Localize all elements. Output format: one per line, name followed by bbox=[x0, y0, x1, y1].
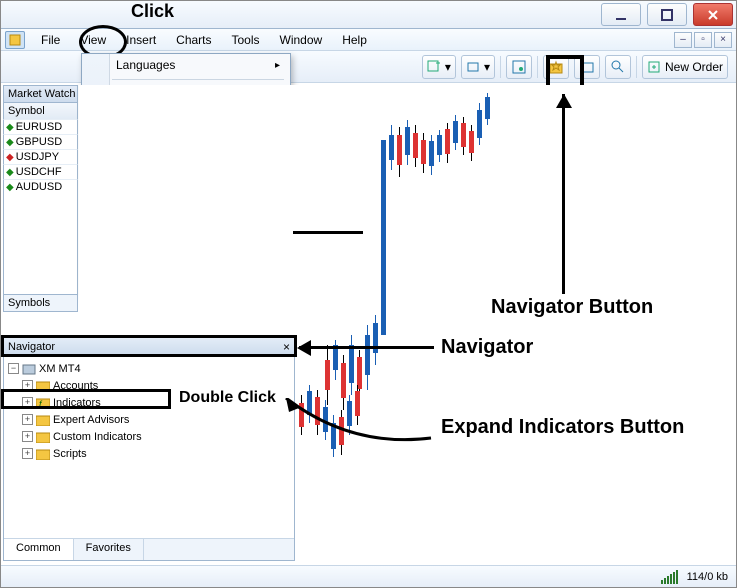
window-titlebar bbox=[1, 1, 736, 29]
navigator-tab-common[interactable]: Common bbox=[4, 539, 74, 560]
mw-row-gbpusd[interactable]: ◆GBPUSD bbox=[3, 134, 78, 149]
toolbar-market-watch-button[interactable] bbox=[506, 55, 532, 79]
toolbar-strategy-tester-button[interactable] bbox=[605, 55, 631, 79]
toolbar-profiles-button[interactable]: ▾ bbox=[461, 55, 495, 79]
mdi-restore-button[interactable]: ▫ bbox=[694, 32, 712, 48]
tree-root-xm-mt4[interactable]: −XM MT4 bbox=[6, 360, 292, 377]
minimize-button[interactable] bbox=[601, 3, 641, 26]
annotation-click-top: Click bbox=[131, 1, 174, 22]
menu-window[interactable]: Window bbox=[270, 31, 333, 49]
arrowhead-icon bbox=[297, 340, 311, 356]
mw-row-eurusd[interactable]: ◆EURUSD bbox=[3, 119, 78, 134]
menu-view[interactable]: View bbox=[70, 31, 116, 49]
annotation-box-navigator-panel bbox=[1, 335, 297, 357]
menu-item-languages[interactable]: Languages▸ bbox=[82, 54, 290, 76]
market-watch-panel: Market Watch Symbol ◆EURUSD ◆GBPUSD ◆USD… bbox=[3, 85, 78, 312]
menu-help[interactable]: Help bbox=[332, 31, 377, 49]
connection-bars-icon bbox=[661, 570, 679, 584]
menu-tools[interactable]: Tools bbox=[222, 31, 270, 49]
custom-indicators-folder-icon bbox=[35, 430, 51, 444]
up-arrow-icon: ◆ bbox=[6, 182, 14, 193]
market-watch-header: Symbol bbox=[3, 103, 78, 119]
down-arrow-icon: ◆ bbox=[6, 152, 14, 163]
scripts-folder-icon bbox=[35, 447, 51, 461]
mw-row-usdchf[interactable]: ◆USDCHF bbox=[3, 164, 78, 179]
arrowhead-icon bbox=[556, 94, 572, 108]
expand-icon[interactable]: + bbox=[22, 448, 33, 459]
toolbar-new-chart-button[interactable]: ▾ bbox=[422, 55, 456, 79]
annotation-text-expand-indicators: Expand Indicators Button bbox=[441, 416, 701, 439]
menu-insert[interactable]: Insert bbox=[116, 31, 166, 49]
new-order-label: New Order bbox=[665, 60, 723, 74]
toolbar-new-order-button[interactable]: New Order bbox=[642, 55, 728, 79]
annotation-arrow bbox=[562, 94, 565, 294]
expand-icon[interactable]: + bbox=[22, 414, 33, 425]
up-arrow-icon: ◆ bbox=[6, 137, 14, 148]
expert-advisors-folder-icon bbox=[35, 413, 51, 427]
expand-icon[interactable]: + bbox=[22, 431, 33, 442]
annotation-text-navigator: Navigator bbox=[441, 336, 533, 359]
navigator-tab-favorites[interactable]: Favorites bbox=[74, 539, 144, 560]
terminal-root-icon bbox=[21, 362, 37, 376]
mdi-minimize-button[interactable]: – bbox=[674, 32, 692, 48]
up-arrow-icon: ◆ bbox=[6, 122, 14, 133]
annotation-arrow bbox=[299, 346, 434, 349]
collapse-icon[interactable]: − bbox=[8, 363, 19, 374]
menu-charts[interactable]: Charts bbox=[166, 31, 221, 49]
status-bar: 114/0 kb bbox=[1, 565, 736, 587]
mw-row-audusd[interactable]: ◆AUDUSD bbox=[3, 179, 78, 194]
maximize-button[interactable] bbox=[647, 3, 687, 26]
app-icon bbox=[5, 31, 25, 49]
annotation-box-indicators bbox=[1, 389, 171, 409]
close-button[interactable] bbox=[693, 3, 733, 26]
up-arrow-icon: ◆ bbox=[6, 167, 14, 178]
connection-speed: 114/0 kb bbox=[687, 571, 728, 583]
annotation-arrow bbox=[293, 231, 363, 234]
mw-row-usdjpy[interactable]: ◆USDJPY bbox=[3, 149, 78, 164]
market-watch-tab-symbols[interactable]: Symbols bbox=[3, 294, 78, 312]
mdi-close-button[interactable]: × bbox=[714, 32, 732, 48]
annotation-text-navigator-button: Navigator Button bbox=[491, 296, 653, 319]
menu-file[interactable]: File bbox=[31, 31, 70, 49]
menubar: File View Insert Charts Tools Window Hel… bbox=[1, 29, 736, 51]
market-watch-title: Market Watch bbox=[3, 85, 78, 103]
annotation-arrow bbox=[171, 398, 441, 458]
